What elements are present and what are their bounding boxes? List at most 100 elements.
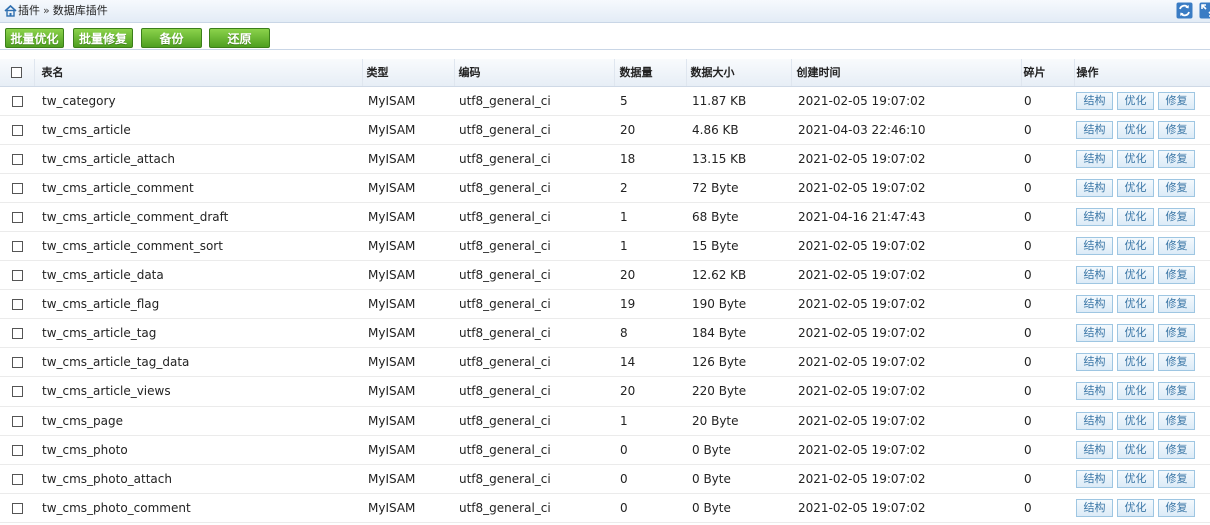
fragment-count: 0 — [1021, 202, 1074, 232]
data-size: 220 Byte — [686, 376, 791, 407]
repair-button[interactable]: 修复 — [1158, 120, 1195, 139]
structure-button[interactable]: 结构 — [1076, 120, 1113, 139]
optimize-button[interactable]: 优化 — [1117, 382, 1154, 401]
structure-button[interactable]: 结构 — [1076, 324, 1113, 343]
structure-button[interactable]: 结构 — [1076, 295, 1113, 314]
repair-button[interactable]: 修复 — [1158, 266, 1195, 285]
optimize-button[interactable]: 优化 — [1117, 120, 1154, 139]
repair-button[interactable]: 修复 — [1158, 149, 1195, 168]
collation: utf8_general_ci — [454, 435, 614, 465]
data-size: 13.15 KB — [686, 144, 791, 174]
optimize-button[interactable]: 优化 — [1117, 207, 1154, 226]
structure-button[interactable]: 结构 — [1076, 498, 1113, 517]
table-row: tw_cms_article_flag MyISAM utf8_general_ci… — [0, 289, 1210, 320]
row-count: 1 — [614, 231, 686, 262]
row-count: 2 — [614, 173, 686, 203]
structure-button[interactable]: 结构 — [1076, 382, 1113, 401]
optimize-button[interactable]: 优化 — [1117, 295, 1154, 314]
repair-button[interactable]: 修复 — [1158, 353, 1195, 372]
data-size: 68 Byte — [686, 202, 791, 232]
optimize-button[interactable]: 优化 — [1117, 237, 1154, 256]
row-checkbox[interactable] — [11, 444, 23, 456]
row-checkbox[interactable] — [11, 386, 23, 398]
batch-optimize-button[interactable]: 批量优化 — [5, 28, 64, 48]
structure-button[interactable]: 结构 — [1076, 440, 1113, 459]
repair-button[interactable]: 修复 — [1158, 178, 1195, 197]
created-time: 2021-02-05 19:07:02 — [791, 376, 1021, 407]
optimize-button[interactable]: 优化 — [1117, 353, 1154, 372]
optimize-button[interactable]: 优化 — [1117, 411, 1154, 430]
row-checkbox[interactable] — [11, 502, 23, 514]
engine-type: MyISAM — [362, 173, 454, 203]
row-checkbox[interactable] — [11, 182, 23, 194]
structure-button[interactable]: 结构 — [1076, 149, 1113, 168]
structure-button[interactable]: 结构 — [1076, 353, 1113, 372]
repair-button[interactable]: 修复 — [1158, 237, 1195, 256]
row-select-cell — [0, 406, 34, 436]
row-actions: 结构 优化 修复 — [1074, 318, 1210, 349]
optimize-button[interactable]: 优化 — [1117, 178, 1154, 197]
optimize-button[interactable]: 优化 — [1117, 469, 1154, 488]
backup-button[interactable]: 备份 — [141, 28, 202, 48]
created-time: 2021-02-05 19:07:02 — [791, 347, 1021, 378]
row-checkbox[interactable] — [11, 211, 23, 223]
engine-type: MyISAM — [362, 406, 454, 436]
optimize-button[interactable]: 优化 — [1117, 440, 1154, 459]
select-all-checkbox[interactable] — [11, 67, 23, 79]
row-checkbox[interactable] — [11, 328, 23, 340]
fullscreen-icon[interactable] — [1199, 2, 1210, 19]
row-select-cell — [0, 435, 34, 465]
row-checkbox[interactable] — [11, 299, 23, 311]
repair-button[interactable]: 修复 — [1158, 382, 1195, 401]
created-time: 2021-02-05 19:07:02 — [791, 406, 1021, 436]
structure-button[interactable]: 结构 — [1076, 237, 1113, 256]
structure-button[interactable]: 结构 — [1076, 266, 1113, 285]
structure-button[interactable]: 结构 — [1076, 91, 1113, 110]
optimize-button[interactable]: 优化 — [1117, 149, 1154, 168]
row-actions: 结构 优化 修复 — [1074, 435, 1210, 465]
repair-button[interactable]: 修复 — [1158, 469, 1195, 488]
repair-button[interactable]: 修复 — [1158, 498, 1195, 517]
optimize-button[interactable]: 优化 — [1117, 266, 1154, 285]
col-size-header: 数据大小 — [686, 59, 792, 87]
repair-button[interactable]: 修复 — [1158, 440, 1195, 459]
breadcrumb-parent[interactable]: 插件 — [18, 4, 40, 17]
optimize-button[interactable]: 优化 — [1117, 324, 1154, 343]
repair-button[interactable]: 修复 — [1158, 295, 1195, 314]
structure-button[interactable]: 结构 — [1076, 469, 1113, 488]
repair-button[interactable]: 修复 — [1158, 91, 1195, 110]
engine-type: MyISAM — [362, 464, 454, 494]
repair-button[interactable]: 修复 — [1158, 411, 1195, 430]
table-name: tw_cms_article_views — [34, 376, 362, 407]
row-checkbox[interactable] — [11, 415, 23, 427]
table-name: tw_category — [34, 86, 362, 116]
engine-type: MyISAM — [362, 231, 454, 262]
home-icon[interactable] — [4, 4, 17, 17]
row-checkbox[interactable] — [11, 241, 23, 253]
row-checkbox[interactable] — [11, 95, 23, 107]
repair-button[interactable]: 修复 — [1158, 207, 1195, 226]
row-count: 5 — [614, 86, 686, 116]
optimize-button[interactable]: 优化 — [1117, 498, 1154, 517]
table-name: tw_cms_photo — [34, 435, 362, 465]
row-checkbox[interactable] — [11, 153, 23, 165]
row-count: 1 — [614, 406, 686, 436]
refresh-icon[interactable] — [1176, 2, 1193, 19]
row-checkbox[interactable] — [11, 270, 23, 282]
restore-button[interactable]: 还原 — [209, 28, 270, 48]
structure-button[interactable]: 结构 — [1076, 411, 1113, 430]
row-checkbox[interactable] — [11, 473, 23, 485]
repair-button[interactable]: 修复 — [1158, 324, 1195, 343]
collation: utf8_general_ci — [454, 493, 614, 523]
table-name: tw_cms_photo_attach — [34, 464, 362, 494]
batch-repair-button[interactable]: 批量修复 — [73, 28, 133, 48]
structure-button[interactable]: 结构 — [1076, 207, 1113, 226]
data-size: 0 Byte — [686, 493, 791, 523]
row-checkbox[interactable] — [11, 124, 23, 136]
row-checkbox[interactable] — [11, 357, 23, 369]
created-time: 2021-02-05 19:07:02 — [791, 260, 1021, 291]
optimize-button[interactable]: 优化 — [1117, 91, 1154, 110]
row-select-cell — [0, 493, 34, 523]
row-actions: 结构 优化 修复 — [1074, 464, 1210, 494]
structure-button[interactable]: 结构 — [1076, 178, 1113, 197]
